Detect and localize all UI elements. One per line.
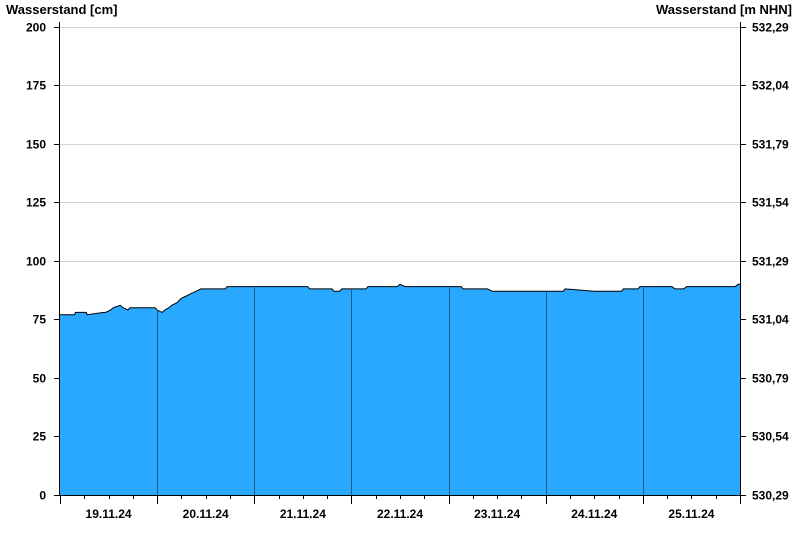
y-tick-label-left: 175	[26, 79, 46, 93]
y-axis-right-title: Wasserstand [m NHN]	[656, 2, 792, 17]
x-tick-label: 20.11.24	[183, 507, 229, 521]
x-tick-label: 22.11.24	[377, 507, 423, 521]
y-tick-label-left: 150	[26, 138, 46, 152]
y-tick-label-left: 200	[26, 21, 46, 35]
x-tick-label: 21.11.24	[280, 507, 326, 521]
y-tick-label-right: 532,29	[752, 21, 789, 35]
y-tick-label-left: 0	[39, 489, 46, 503]
y-tick-label-right: 530,79	[752, 372, 789, 386]
y-tick-label-left: 100	[26, 255, 46, 269]
y-tick-label-left: 25	[33, 430, 47, 444]
x-axis: 19.11.24 20.11.24 21.11.24 22.11.24 23.11.24…	[60, 495, 741, 521]
y-tick-label-left: 75	[33, 313, 47, 327]
x-tick-label: 19.11.24	[86, 507, 132, 521]
y-tick-label-right: 530,29	[752, 489, 789, 503]
water-level-chart: Wasserstand [cm] Wasserstand [m NHN] 0 25…	[6, 2, 792, 521]
water-level-area	[60, 284, 740, 495]
x-tick-label: 25.11.24	[668, 507, 714, 521]
y-tick-label-right: 531,79	[752, 138, 789, 152]
y-axis-left-title: Wasserstand [cm]	[6, 2, 118, 17]
y-tick-label-right: 531,54	[752, 196, 789, 210]
x-tick-label: 23.11.24	[474, 507, 520, 521]
water-level-series	[60, 283, 740, 495]
y-axis-right: 530,29 530,54 530,79 531,04 531,29 531,54 531,…	[740, 21, 789, 503]
y-tick-label-left: 125	[26, 196, 46, 210]
y-tick-label-right: 531,04	[752, 313, 789, 327]
x-tick-label: 24.11.24	[571, 507, 617, 521]
y-tick-label-right: 530,54	[752, 430, 789, 444]
y-tick-label-left: 50	[33, 372, 47, 386]
y-tick-label-right: 531,29	[752, 255, 789, 269]
y-axis-left: 0 25 50 75 100 125 150 175 200	[26, 21, 60, 503]
y-tick-label-right: 532,04	[752, 79, 789, 93]
